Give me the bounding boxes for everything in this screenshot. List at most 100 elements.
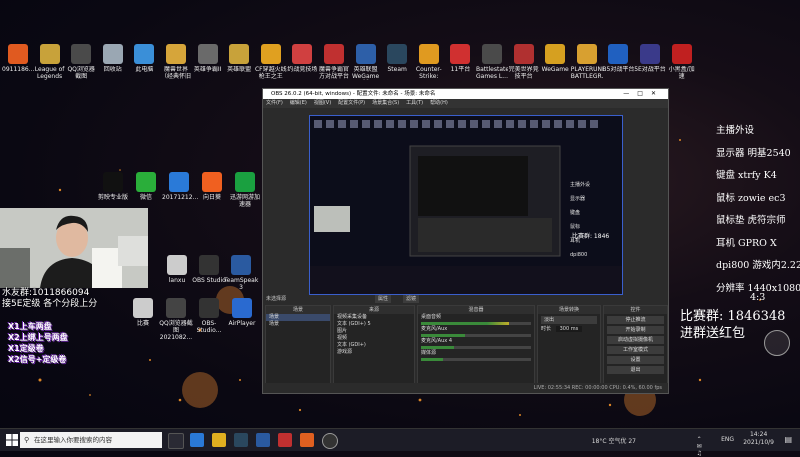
source-item[interactable]: 图片 [334, 328, 414, 335]
desktop-icon[interactable]: 小黑盒/加速 [666, 44, 698, 88]
desktop-icon[interactable]: WeGame [539, 44, 571, 88]
teamspeak-icon[interactable] [256, 433, 270, 447]
desktop-icon[interactable]: 5E对战平台 [634, 44, 666, 88]
obs-menu-item[interactable]: 场景集合(S) [372, 100, 399, 106]
clock[interactable]: 14:24 2021/10/9 [743, 431, 774, 447]
desktop-icon[interactable]: 完美世界竞技平台 [508, 44, 540, 88]
app-icon [260, 44, 281, 64]
desktop-icon[interactable]: 0911186... [2, 44, 34, 88]
desktop-icon-label: 此电脑 [135, 66, 154, 73]
spec-line: 鼠标 zowie ec3 [716, 192, 786, 204]
desktop-icon[interactable]: 20171212... [162, 172, 198, 212]
source-item[interactable]: 视频 [334, 335, 414, 342]
desktop-icon[interactable]: Battlestate Games L... [476, 44, 508, 88]
desktop-icon[interactable]: 约战竞技场 [286, 44, 318, 88]
game-app-icon-2[interactable] [300, 433, 314, 447]
tip-item: X2信号+定级卷 [8, 355, 67, 364]
desktop-icon[interactable]: 比赛 [126, 298, 160, 338]
desktop-icon-label: PLAYERUNKNOWN'S BATTLEGR... [570, 66, 603, 80]
desktop-icon-label: lanxu [168, 277, 186, 284]
desktop-icon[interactable]: 向日葵 [195, 172, 229, 212]
app-icon [136, 172, 156, 192]
windows-start-icon[interactable] [6, 434, 18, 446]
start-recording-button[interactable]: 开始录制 [607, 326, 664, 334]
desktop-icon[interactable]: AirPlayer [225, 298, 259, 338]
desktop-icon[interactable]: 魔兽争霸官方对战平台 [318, 44, 350, 88]
desktop-icon[interactable]: QQ浏览器截图2021082... [159, 298, 193, 341]
app-icon [324, 44, 344, 64]
ime-indicator[interactable]: ENG [721, 436, 734, 443]
edge-browser-icon[interactable] [190, 433, 204, 447]
floating-ball[interactable] [764, 330, 790, 356]
desktop-icon-label: 魔兽世界（经典怀旧服） [160, 66, 191, 80]
tip-item: X1上车两盘 [8, 322, 52, 331]
desktop-icon[interactable]: 微信 [129, 172, 163, 212]
taskbar-search-input[interactable]: 在这里输入你要搜索的内容 [20, 432, 162, 448]
app-icon [202, 172, 222, 192]
desktop-icon[interactable]: PLAYERUNKNOWN'S BATTLEGR... [571, 44, 603, 88]
desktop-icon-label: B5对战平台 [602, 66, 635, 73]
obs-menu-item[interactable]: 文件(F) [266, 100, 283, 106]
desktop-icon[interactable]: QQ浏览器截图20210826... [65, 44, 97, 88]
desktop-icon[interactable]: 此电脑 [128, 44, 160, 88]
desktop-icon[interactable]: lanxu [160, 255, 194, 295]
source-item[interactable]: 文本 (GDI+) 5 [334, 321, 414, 328]
desktop-icon[interactable]: 英雄争霸II [192, 44, 224, 88]
tip-item: X1定级卷 [8, 344, 44, 353]
settings-button[interactable]: 设置 [607, 356, 664, 364]
desktop-icon[interactable]: 英雄联盟 [223, 44, 255, 88]
game-app-icon[interactable] [278, 433, 292, 447]
controls-header: 控件 [604, 306, 667, 314]
desktop-icon[interactable]: 11平台 [444, 44, 476, 88]
obs-menu-item[interactable]: 工具(T) [406, 100, 423, 106]
notification-icon[interactable]: ▤ [784, 435, 792, 444]
app-icon [102, 44, 123, 64]
fan-group-text: 水友群:1011866094 [2, 288, 90, 298]
window-controls[interactable]: —□✕ [623, 89, 664, 99]
desktop-icon-label: 小黑盒/加速 [668, 66, 695, 80]
scene-item[interactable]: 场景 [266, 321, 330, 328]
virtual-camera-button[interactable]: 启动虚拟摄像机 [607, 336, 664, 344]
desktop-icon[interactable]: B5对战平台 [602, 44, 634, 88]
transitions-header: 场景转换 [538, 306, 600, 314]
desktop-icon[interactable]: CF穿越火线 枪王之王 [255, 44, 287, 88]
desktop-icon[interactable]: League of Legends [34, 44, 66, 88]
task-view-icon[interactable] [168, 433, 184, 449]
tray-icons[interactable]: ⌃ ✉ ♫ [697, 436, 702, 457]
desktop-icon[interactable]: 英雄联盟 WeGame版 [350, 44, 382, 88]
obs-menu-item[interactable]: 配置文件(P) [338, 100, 365, 106]
obs-menu-item[interactable]: 编辑(E) [290, 100, 307, 106]
desktop-icon[interactable]: OBS-Studio... [192, 298, 226, 338]
scene-item[interactable]: 场景 [266, 314, 330, 321]
exit-button[interactable]: 退出 [607, 366, 664, 374]
steam-icon[interactable] [234, 433, 248, 447]
properties-button[interactable]: 属性 [375, 295, 392, 303]
transitions-dock: 场景转换 淡出 时长 300 ms [537, 305, 601, 392]
desktop-icon-label: 0911186... [2, 66, 34, 73]
filters-button[interactable]: 滤镜 [403, 295, 420, 303]
transition-select[interactable]: 淡出 [541, 316, 597, 324]
desktop-icon-label: 英雄联盟 [227, 66, 252, 73]
desktop-icon[interactable]: TeamSpeak 3 [224, 255, 258, 295]
source-item[interactable]: 视频采集设备 [334, 314, 414, 321]
desktop-icon[interactable]: 回收站 [97, 44, 129, 88]
stop-stream-button[interactable]: 停止推流 [607, 316, 664, 324]
obs-menu-item[interactable]: 帮助(H) [430, 100, 448, 106]
obs-preview[interactable]: 主播外设 显示器 键盘 鼠标 耳机 dpi800 比赛群: 1846 [309, 115, 623, 295]
source-item[interactable]: 文本 (GDI+) [334, 342, 414, 349]
source-item[interactable]: 游戏源 [334, 349, 414, 356]
mixer-channel: 媒体源 [421, 350, 437, 356]
desktop-icon[interactable]: 魔兽世界（经典怀旧服） [160, 44, 192, 88]
desktop-icon[interactable]: 剪映专业版 [96, 172, 130, 212]
desktop-icon[interactable]: OBS Studio [192, 255, 226, 295]
desktop-icon[interactable]: 迅游网游加速器 [228, 172, 262, 212]
obs-menu-item[interactable]: 视图(V) [314, 100, 331, 106]
weather-text[interactable]: 18°C 空气优 27 [592, 436, 636, 445]
obs-taskbar-icon[interactable] [322, 433, 338, 449]
desktop-icon[interactable]: Counter-Strike: Global Off... [413, 44, 445, 88]
studio-mode-button[interactable]: 工作室模式 [607, 346, 664, 354]
desktop-icon[interactable]: Steam [381, 44, 413, 88]
spec-line: 耳机 GPRO X [716, 237, 777, 249]
file-explorer-icon[interactable] [212, 433, 226, 447]
duration-input[interactable]: 300 ms [555, 326, 583, 332]
